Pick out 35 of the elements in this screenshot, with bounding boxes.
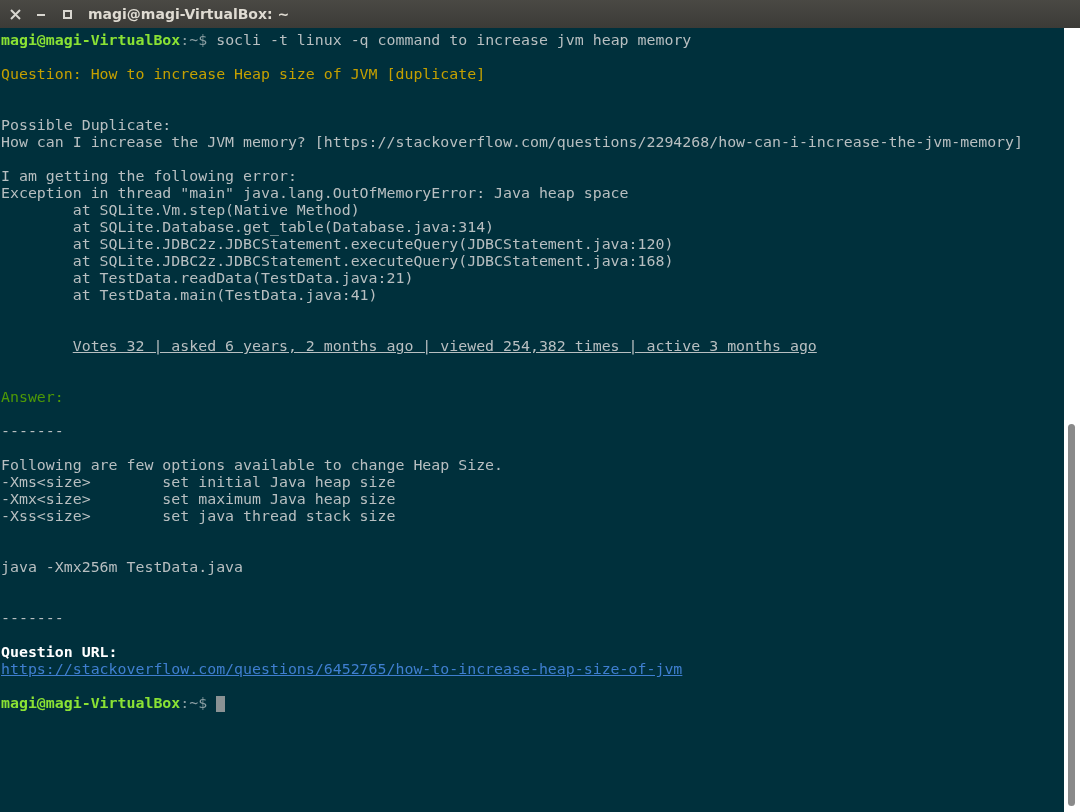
output-line: at TestData.main(TestData.java:41) <box>71 287 378 304</box>
prompt-user: magi@magi-VirtualBox <box>1 32 181 49</box>
output-line: at SQLite.Database.get_table(Database.java:314) <box>71 219 495 236</box>
command-text: socli -t linux -q command to increase jvm heap memory <box>215 32 692 49</box>
output-line: java -Xmx256m TestData.java <box>1 559 244 576</box>
output-line: at TestData.readData(TestData.java:21) <box>71 270 414 287</box>
question-stats: Votes 32 | asked 6 years, 2 months ago | viewed 254,382 times | active 3 months ago <box>72 338 817 355</box>
prompt-path: :~$ <box>180 32 208 49</box>
output-line: ------- <box>1 423 64 440</box>
output-line: -Xss<size> set java thread stack size <box>1 508 396 525</box>
url-heading: Question URL: <box>1 644 118 661</box>
minimize-icon <box>37 12 45 16</box>
output-line: at SQLite.Vm.step(Native Method) <box>71 202 360 219</box>
output-line: at SQLite.JDBC2z.JDBCStatement.executeQuery(JDBCStatement.java:168) <box>71 253 674 270</box>
close-button[interactable] <box>8 7 22 21</box>
close-icon <box>9 8 21 20</box>
answer-heading: Answer: <box>1 389 64 406</box>
output-line: Possible Duplicate: <box>1 117 172 134</box>
output-line: -Xms<size> set initial Java heap size <box>1 474 396 491</box>
question-title: Question: How to increase Heap size of JVM [duplicate] <box>1 66 486 83</box>
question-link[interactable]: https://stackoverflow.com/questions/6452765/how-to-increase-heap-size-of-jvm <box>1 661 683 678</box>
prompt-user: magi@magi-VirtualBox <box>1 695 181 712</box>
window-title: magi@magi-VirtualBox: ~ <box>88 6 290 22</box>
output-line: Exception in thread "main" java.lang.OutOfMemoryError: Java heap space <box>1 185 629 202</box>
scrollbar-thumb[interactable] <box>1068 424 1075 806</box>
scrollbar-track[interactable] <box>1064 28 1080 812</box>
output-line: ------- <box>1 610 64 627</box>
output-line: at SQLite.JDBC2z.JDBCStatement.executeQuery(JDBCStatement.java:120) <box>71 236 674 253</box>
maximize-button[interactable] <box>60 7 74 21</box>
output-line: I am getting the following error: <box>1 168 297 185</box>
maximize-icon <box>62 9 72 19</box>
output-line: -Xmx<size> set maximum Java heap size <box>1 491 396 508</box>
prompt-path: :~$ <box>180 695 208 712</box>
output-line: Following are few options available to change Heap Size. <box>1 457 504 474</box>
output-line: How can I increase the JVM memory? [https://stackoverflow.com/questions/2294268/how-can-i-increase-the-jvm-memory] <box>1 134 1023 151</box>
